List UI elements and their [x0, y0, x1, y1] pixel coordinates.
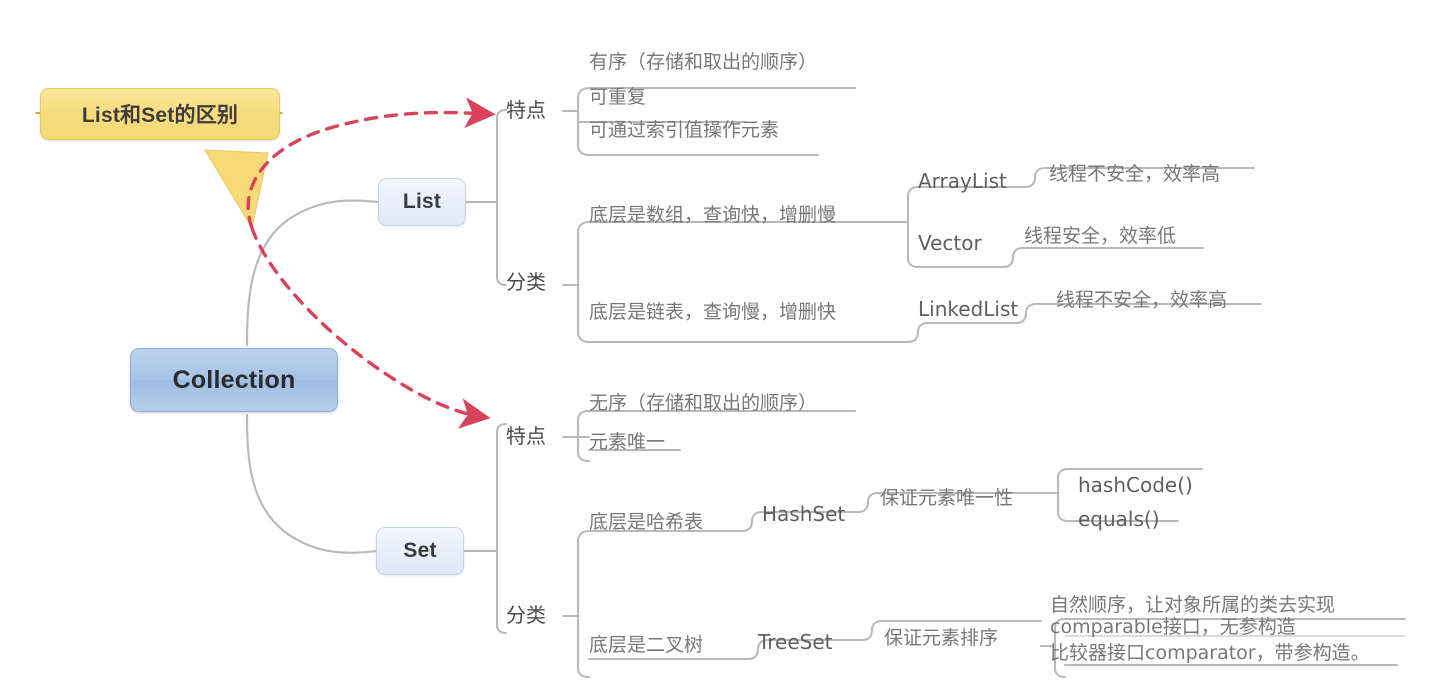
note-linkedlist[interactable]: 线程不安全，效率高 [1056, 289, 1227, 312]
group-label-list-features[interactable]: 特点 [506, 99, 546, 122]
leaf-list-feature-1[interactable]: 有序（存储和取出的顺序） [589, 51, 817, 74]
note-arraylist[interactable]: 线程不安全，效率高 [1049, 163, 1220, 186]
leaf-set-category-tree[interactable]: 底层是二叉树 [589, 634, 703, 657]
root-node-collection[interactable]: Collection [130, 348, 338, 412]
leaf-hashset[interactable]: HashSet [762, 503, 845, 526]
group-label-set-categories[interactable]: 分类 [506, 604, 546, 627]
branch-label-list: List [402, 190, 442, 213]
leaf-set-feature-1[interactable]: 无序（存储和取出的顺序） [589, 392, 817, 415]
callout-label: List和Set的区别 [81, 104, 239, 127]
leaf-list-category-linked[interactable]: 底层是链表，查询慢，增删快 [589, 301, 836, 324]
leaf-list-feature-3[interactable]: 可通过索引值操作元素 [589, 119, 779, 142]
callout-node[interactable]: List和Set的区别 [40, 88, 280, 140]
leaf-equals-method[interactable]: equals() [1078, 508, 1160, 531]
leaf-vector[interactable]: Vector [918, 232, 982, 255]
note-hashset[interactable]: 保证元素唯一性 [880, 487, 1013, 510]
branch-label-set: Set [403, 539, 437, 562]
note-treeset[interactable]: 保证元素排序 [884, 627, 998, 650]
mindmap-canvas: List和Set的区别 Collection List Set 特点 分类 有序… [0, 0, 1449, 684]
root-label: Collection [172, 365, 296, 394]
leaf-treeset[interactable]: TreeSet [758, 631, 833, 654]
callout-tail [204, 149, 269, 230]
leaf-arraylist[interactable]: ArrayList [918, 170, 1007, 193]
branch-node-set[interactable]: Set [376, 527, 464, 575]
group-label-list-categories[interactable]: 分类 [506, 271, 546, 294]
note-vector[interactable]: 线程安全，效率低 [1024, 225, 1176, 248]
leaf-set-feature-2[interactable]: 元素唯一 [589, 431, 665, 454]
leaf-list-feature-2[interactable]: 可重复 [589, 86, 646, 109]
leaf-set-category-hash[interactable]: 底层是哈希表 [589, 511, 703, 534]
branch-node-list[interactable]: List [378, 178, 466, 226]
leaf-hashcode-method[interactable]: hashCode() [1078, 474, 1193, 497]
leaf-treeset-natural-order[interactable]: 自然顺序，让对象所属的类去实现comparable接口，无参构造 [1050, 594, 1440, 639]
leaf-list-category-array[interactable]: 底层是数组，查询快，增删慢 [589, 204, 836, 227]
group-label-set-features[interactable]: 特点 [506, 425, 546, 448]
leaf-treeset-comparator[interactable]: 比较器接口comparator，带参构造。 [1050, 642, 1370, 665]
leaf-linkedlist[interactable]: LinkedList [918, 298, 1018, 321]
